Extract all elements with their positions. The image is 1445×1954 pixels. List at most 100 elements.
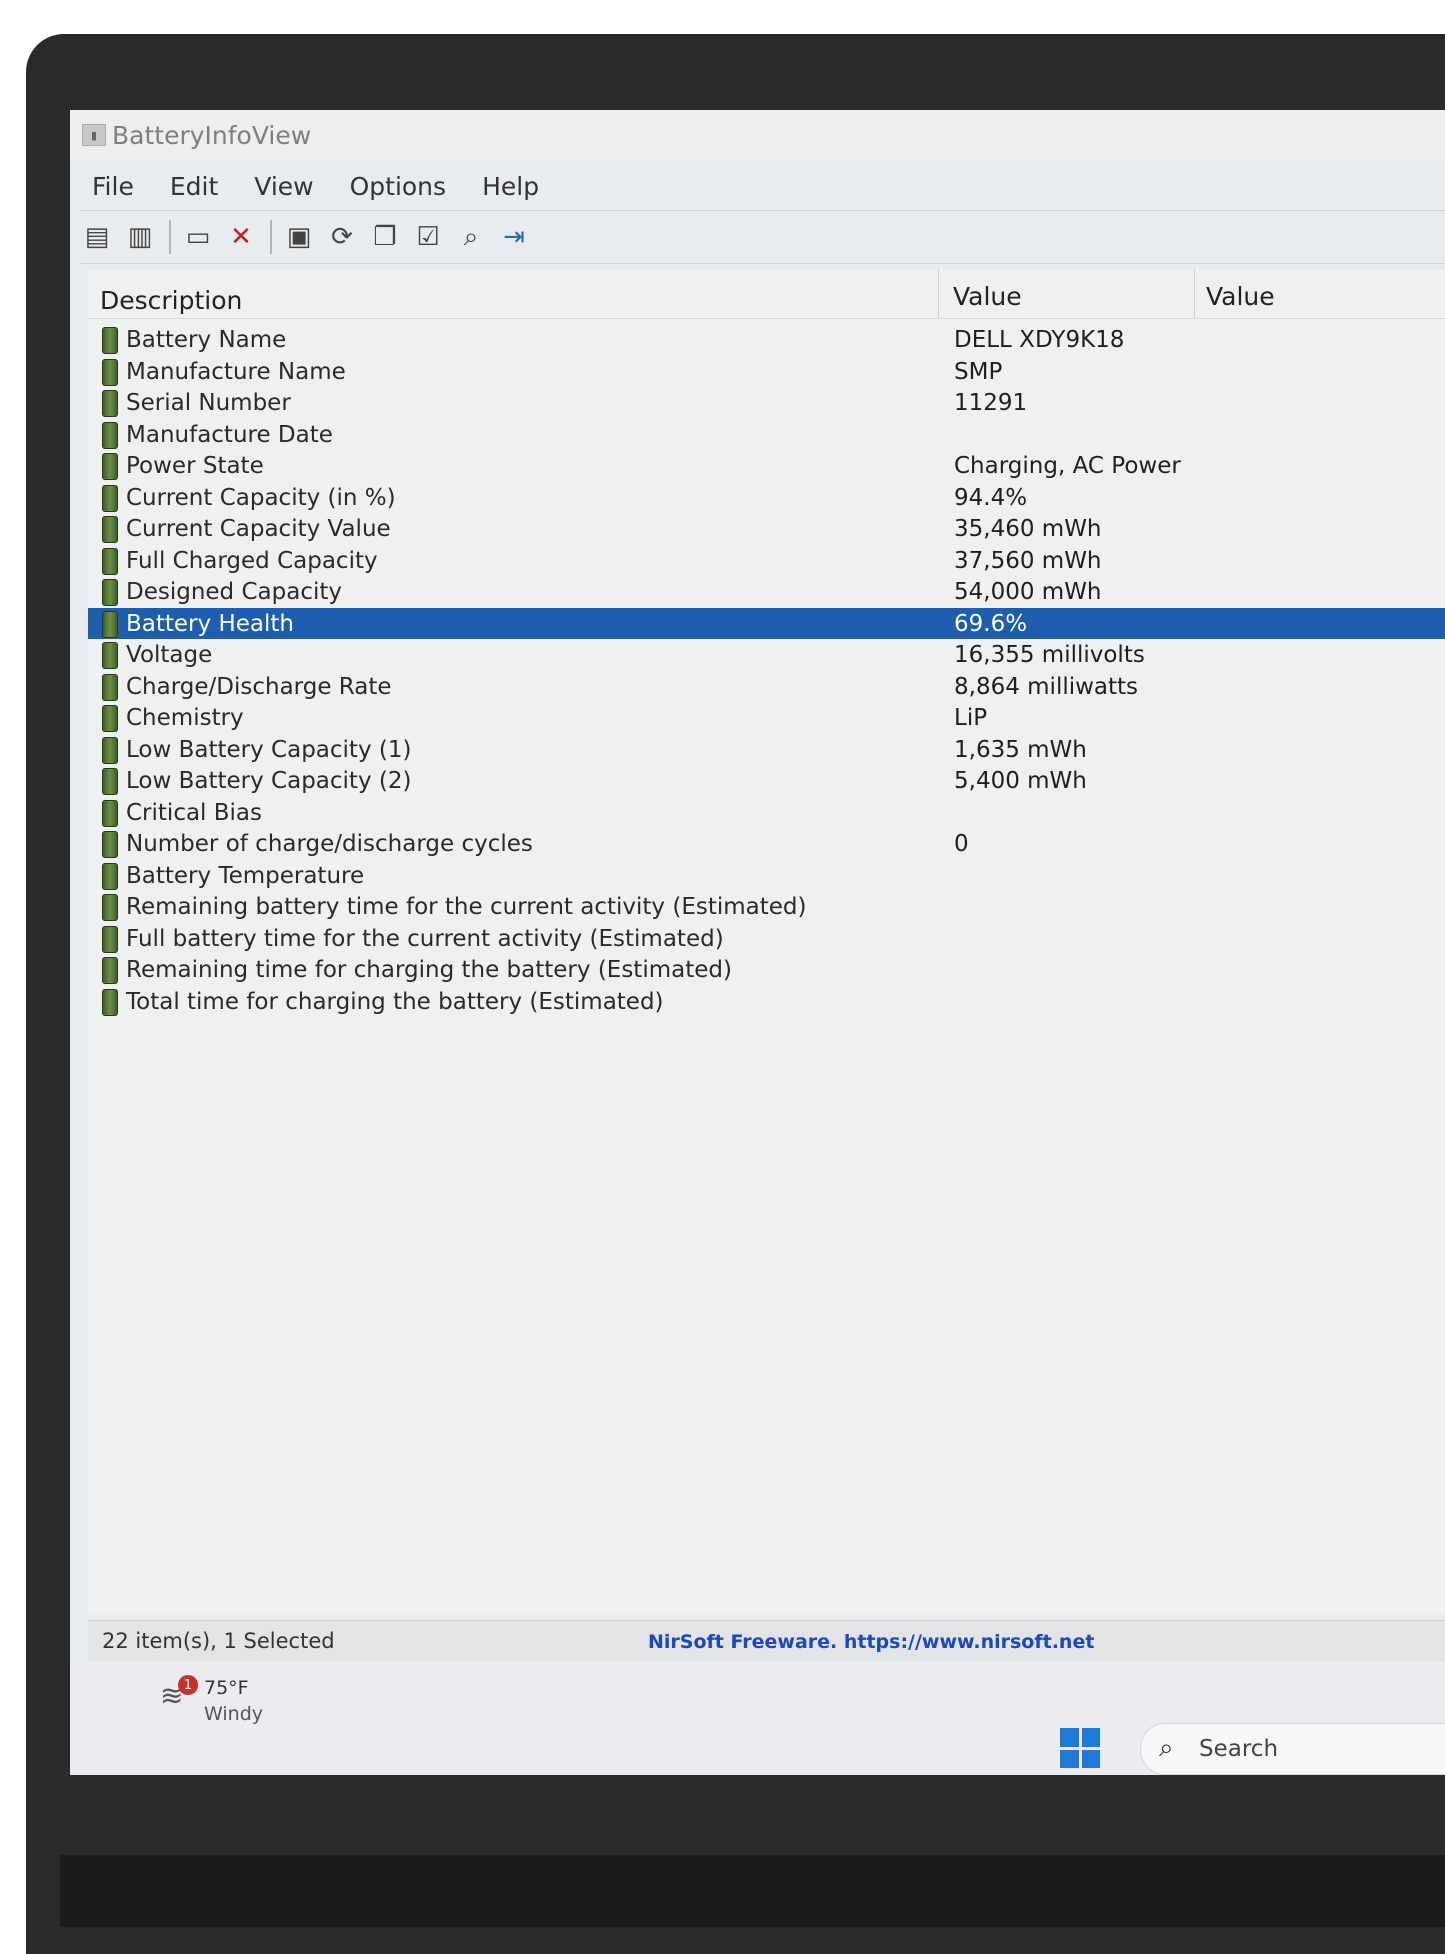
battery-icon bbox=[102, 925, 118, 953]
table-row[interactable]: Battery Temperature bbox=[88, 860, 1445, 892]
menu-view[interactable]: View bbox=[232, 172, 327, 201]
menu-file[interactable]: File bbox=[70, 172, 148, 201]
table-row[interactable]: Designed Capacity 54,000 mWh bbox=[88, 576, 1445, 608]
battery-icon bbox=[102, 705, 118, 732]
battery-icon bbox=[102, 957, 118, 984]
row-value: 1,635 mWh bbox=[954, 736, 1087, 763]
table-row[interactable]: Current Capacity (in %) 94.4% bbox=[88, 482, 1445, 514]
menu-options[interactable]: Options bbox=[328, 172, 460, 201]
search-label: Search bbox=[1199, 1736, 1279, 1762]
row-description: Number of charge/discharge cycles bbox=[126, 831, 533, 857]
battery-icon bbox=[102, 610, 118, 638]
row-description: Battery Name bbox=[126, 327, 287, 353]
table-row[interactable]: Current Capacity Value 35,460 mWh bbox=[88, 513, 1445, 545]
exit-icon[interactable]: ⇥ bbox=[497, 220, 531, 254]
row-value: 94.4% bbox=[954, 484, 1028, 511]
title-bar: ▮ BatteryInfoView bbox=[70, 110, 1445, 160]
column-value-label: Value bbox=[953, 282, 1022, 311]
battery-icon bbox=[102, 862, 118, 890]
table-row[interactable]: Battery Health 69.6% bbox=[88, 607, 1445, 639]
copy-rows-icon[interactable]: ❐ bbox=[368, 220, 402, 254]
column-value[interactable]: Value bbox=[938, 270, 1195, 318]
battery-icon bbox=[102, 831, 118, 858]
refresh-icon[interactable]: ⟳ bbox=[325, 220, 359, 254]
list-rows: Battery Name DELL XDY9K18 Manufacture Name… bbox=[88, 324, 1445, 1017]
table-row[interactable]: Remaining battery time for the current a… bbox=[88, 891, 1445, 923]
row-value: 37,560 mWh bbox=[954, 547, 1102, 574]
table-row[interactable]: Remaining time for charging the battery … bbox=[88, 954, 1445, 986]
column-value-2[interactable]: Value bbox=[1206, 282, 1275, 311]
battery-icon bbox=[102, 390, 118, 417]
row-description: Designed Capacity bbox=[126, 579, 342, 605]
table-row[interactable]: Manufacture Name SMP bbox=[88, 356, 1445, 388]
row-description: Serial Number bbox=[126, 390, 291, 416]
taskbar: ≋ 1 75°F Windy ⌕ Search bbox=[70, 1665, 1445, 1775]
copy-icon[interactable]: ▥ bbox=[123, 220, 157, 254]
nirsoft-link[interactable]: NirSoft Freeware. https://www.nirsoft.ne… bbox=[648, 1631, 1094, 1653]
status-item-count: 22 item(s), 1 Selected bbox=[102, 1629, 335, 1653]
row-value: 8,864 milliwatts bbox=[954, 673, 1139, 700]
weather-temperature: 75°F bbox=[204, 1677, 249, 1699]
row-description: Critical Bias bbox=[126, 799, 263, 826]
table-row[interactable]: Charge/Discharge Rate 8,864 milliwatts bbox=[88, 671, 1445, 703]
row-description: Remaining time for charging the battery … bbox=[126, 957, 732, 983]
row-value: 5,400 mWh bbox=[954, 768, 1087, 794]
menu-help[interactable]: Help bbox=[460, 172, 553, 201]
table-row[interactable]: Manufacture Date bbox=[88, 419, 1445, 451]
battery-icon bbox=[102, 516, 118, 543]
row-value: DELL XDY9K18 bbox=[954, 327, 1125, 353]
save-icon[interactable]: ▣ bbox=[282, 220, 316, 254]
battery-icon bbox=[102, 642, 118, 669]
row-description: Current Capacity Value bbox=[126, 516, 391, 542]
options-icon[interactable]: ☑ bbox=[411, 220, 445, 254]
find-icon[interactable]: ⌕ bbox=[454, 220, 488, 254]
row-value: 35,460 mWh bbox=[954, 516, 1102, 542]
toolbar: ▤ ▥ ▭ ✕ ▣ ⟳ ❐ ☑ ⌕ ⇥ bbox=[80, 210, 1445, 264]
row-description: Charge/Discharge Rate bbox=[126, 673, 392, 700]
column-description[interactable]: Description bbox=[100, 286, 242, 315]
row-description: Battery Health bbox=[126, 610, 294, 637]
battery-icon bbox=[102, 768, 118, 795]
row-value: 54,000 mWh bbox=[954, 579, 1102, 605]
table-row[interactable]: Low Battery Capacity (2) 5,400 mWh bbox=[88, 765, 1445, 797]
row-value: SMP bbox=[954, 358, 1003, 385]
row-value: 0 bbox=[954, 831, 969, 857]
toolbar-separator bbox=[270, 220, 272, 254]
battery-icon bbox=[102, 799, 118, 827]
battery-icon bbox=[102, 421, 118, 449]
properties-icon[interactable]: ▤ bbox=[80, 220, 114, 254]
row-description: Low Battery Capacity (2) bbox=[126, 768, 412, 794]
row-description: Power State bbox=[126, 453, 264, 479]
report-icon[interactable]: ▭ bbox=[181, 220, 215, 254]
table-row[interactable]: Low Battery Capacity (1) 1,635 mWh bbox=[88, 734, 1445, 766]
table-row[interactable]: Full Charged Capacity 37,560 mWh bbox=[88, 545, 1445, 577]
table-row[interactable]: Power State Charging, AC Power bbox=[88, 450, 1445, 482]
table-row[interactable]: Full battery time for the current activi… bbox=[88, 923, 1445, 955]
table-row[interactable]: Serial Number 11291 bbox=[88, 387, 1445, 419]
battery-list[interactable]: Description Value Value Battery Name DELL… bbox=[88, 270, 1445, 1615]
row-description: Manufacture Date bbox=[126, 421, 333, 448]
table-row[interactable]: Number of charge/discharge cycles 0 bbox=[88, 828, 1445, 860]
weather-widget[interactable]: ≋ 1 75°F Windy bbox=[160, 1675, 320, 1735]
row-description: Low Battery Capacity (1) bbox=[126, 736, 412, 763]
row-value: LiP bbox=[954, 705, 988, 731]
row-description: Current Capacity (in %) bbox=[126, 484, 396, 511]
table-row[interactable]: Chemistry LiP bbox=[88, 702, 1445, 734]
taskbar-search[interactable]: ⌕ Search bbox=[1140, 1723, 1445, 1775]
table-row[interactable]: Critical Bias bbox=[88, 797, 1445, 829]
weather-condition: Windy bbox=[204, 1703, 263, 1725]
battery-icon bbox=[102, 673, 118, 701]
menu-edit[interactable]: Edit bbox=[148, 172, 232, 201]
table-row[interactable]: Voltage 16,355 millivolts bbox=[88, 639, 1445, 671]
table-row[interactable]: Total time for charging the battery (Est… bbox=[88, 986, 1445, 1018]
battery-icon bbox=[102, 988, 118, 1016]
app-icon: ▮ bbox=[82, 124, 106, 146]
row-description: Chemistry bbox=[126, 705, 244, 731]
delete-icon[interactable]: ✕ bbox=[224, 220, 258, 254]
battery-icon bbox=[102, 894, 118, 921]
windows-start-icon[interactable] bbox=[1060, 1728, 1100, 1768]
row-description: Voltage bbox=[126, 642, 213, 668]
menu-bar: File Edit View Options Help bbox=[70, 164, 1445, 208]
table-row[interactable]: Battery Name DELL XDY9K18 bbox=[88, 324, 1445, 356]
row-description: Full battery time for the current activi… bbox=[126, 925, 724, 952]
